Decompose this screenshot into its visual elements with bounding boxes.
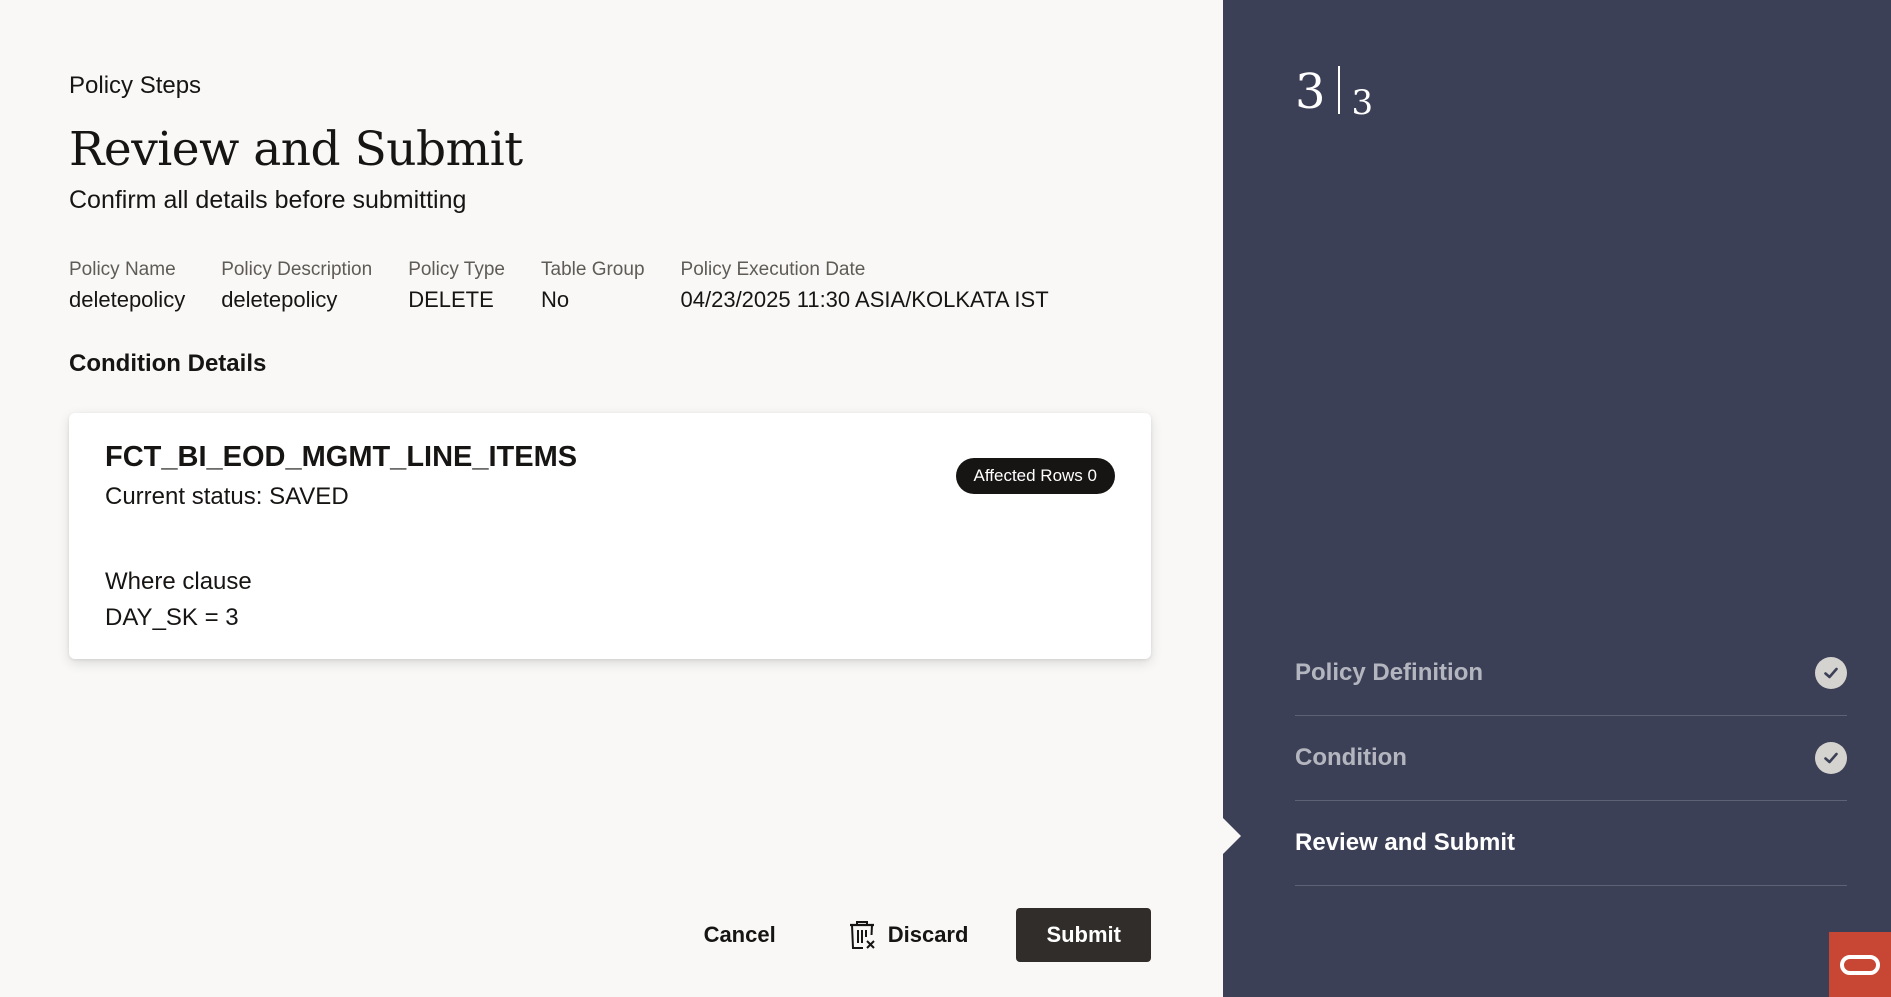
execution-date-field: Policy Execution Date 04/23/2025 11:30 A… xyxy=(681,259,1049,313)
discard-label: Discard xyxy=(887,922,969,947)
step-label: Condition xyxy=(1295,744,1407,771)
steps-label: Policy Steps xyxy=(69,72,202,99)
affected-rows-badge: Affected Rows 0 xyxy=(955,458,1115,494)
total-steps-number: 3 xyxy=(1351,83,1374,123)
check-icon xyxy=(1815,657,1847,689)
field-value: DELETE xyxy=(408,287,494,312)
current-step-number: 3 xyxy=(1295,64,1326,120)
step-condition[interactable]: Condition xyxy=(1295,716,1847,801)
condition-details-heading: Condition Details xyxy=(69,350,267,377)
cancel-button[interactable]: Cancel xyxy=(704,908,776,962)
discard-button[interactable]: Discard xyxy=(848,908,969,962)
field-label: Table Group xyxy=(541,259,645,280)
main-panel: Policy Steps Review and Submit Confirm a… xyxy=(0,0,1223,997)
trash-icon xyxy=(848,920,876,950)
action-bar: Cancel Discard Submit xyxy=(704,908,1151,962)
step-label: Review and Submit xyxy=(1295,829,1516,856)
step-label: Policy Definition xyxy=(1295,659,1484,686)
field-label: Policy Type xyxy=(408,259,505,280)
field-label: Policy Execution Date xyxy=(680,259,866,280)
page-title: Review and Submit xyxy=(69,122,523,177)
condition-card: FCT_BI_EOD_MGMT_LINE_ITEMS Current statu… xyxy=(69,413,1151,659)
step-policy-definition[interactable]: Policy Definition xyxy=(1295,631,1847,716)
field-label: Policy Description xyxy=(221,259,373,280)
field-value: 04/23/2025 11:30 ASIA/KOLKATA IST xyxy=(680,287,1049,312)
step-list: Policy Definition Condition Review and S… xyxy=(1295,631,1847,886)
policy-type-field: Policy Type DELETE xyxy=(408,259,505,313)
step-review-and-submit[interactable]: Review and Submit xyxy=(1295,801,1847,886)
field-label: Policy Name xyxy=(69,259,176,280)
table-group-field: Table Group No xyxy=(541,259,645,313)
policy-summary: Policy Name deletepolicy Policy Descript… xyxy=(69,259,1085,313)
where-clause-value: DAY_SK = 3 xyxy=(105,604,239,631)
field-value: deletepolicy xyxy=(221,287,338,312)
policy-name-field: Policy Name deletepolicy xyxy=(69,259,185,313)
oracle-logo-icon[interactable] xyxy=(1829,932,1891,997)
step-counter: 3 3 xyxy=(1295,66,1373,120)
policy-description-field: Policy Description deletepolicy xyxy=(221,259,372,313)
submit-button[interactable]: Submit xyxy=(1016,908,1151,962)
counter-divider xyxy=(1337,66,1340,114)
active-step-pointer xyxy=(1223,818,1241,854)
field-value: No xyxy=(541,287,570,312)
table-name: FCT_BI_EOD_MGMT_LINE_ITEMS xyxy=(105,441,578,473)
check-icon xyxy=(1815,742,1847,774)
where-clause-label: Where clause xyxy=(105,568,252,595)
stepper-panel: 3 3 Policy Definition Condition Review a… xyxy=(1223,0,1891,997)
condition-status: Current status: SAVED xyxy=(105,483,349,510)
field-value: deletepolicy xyxy=(69,287,186,312)
page-subtitle: Confirm all details before submitting xyxy=(69,186,467,214)
